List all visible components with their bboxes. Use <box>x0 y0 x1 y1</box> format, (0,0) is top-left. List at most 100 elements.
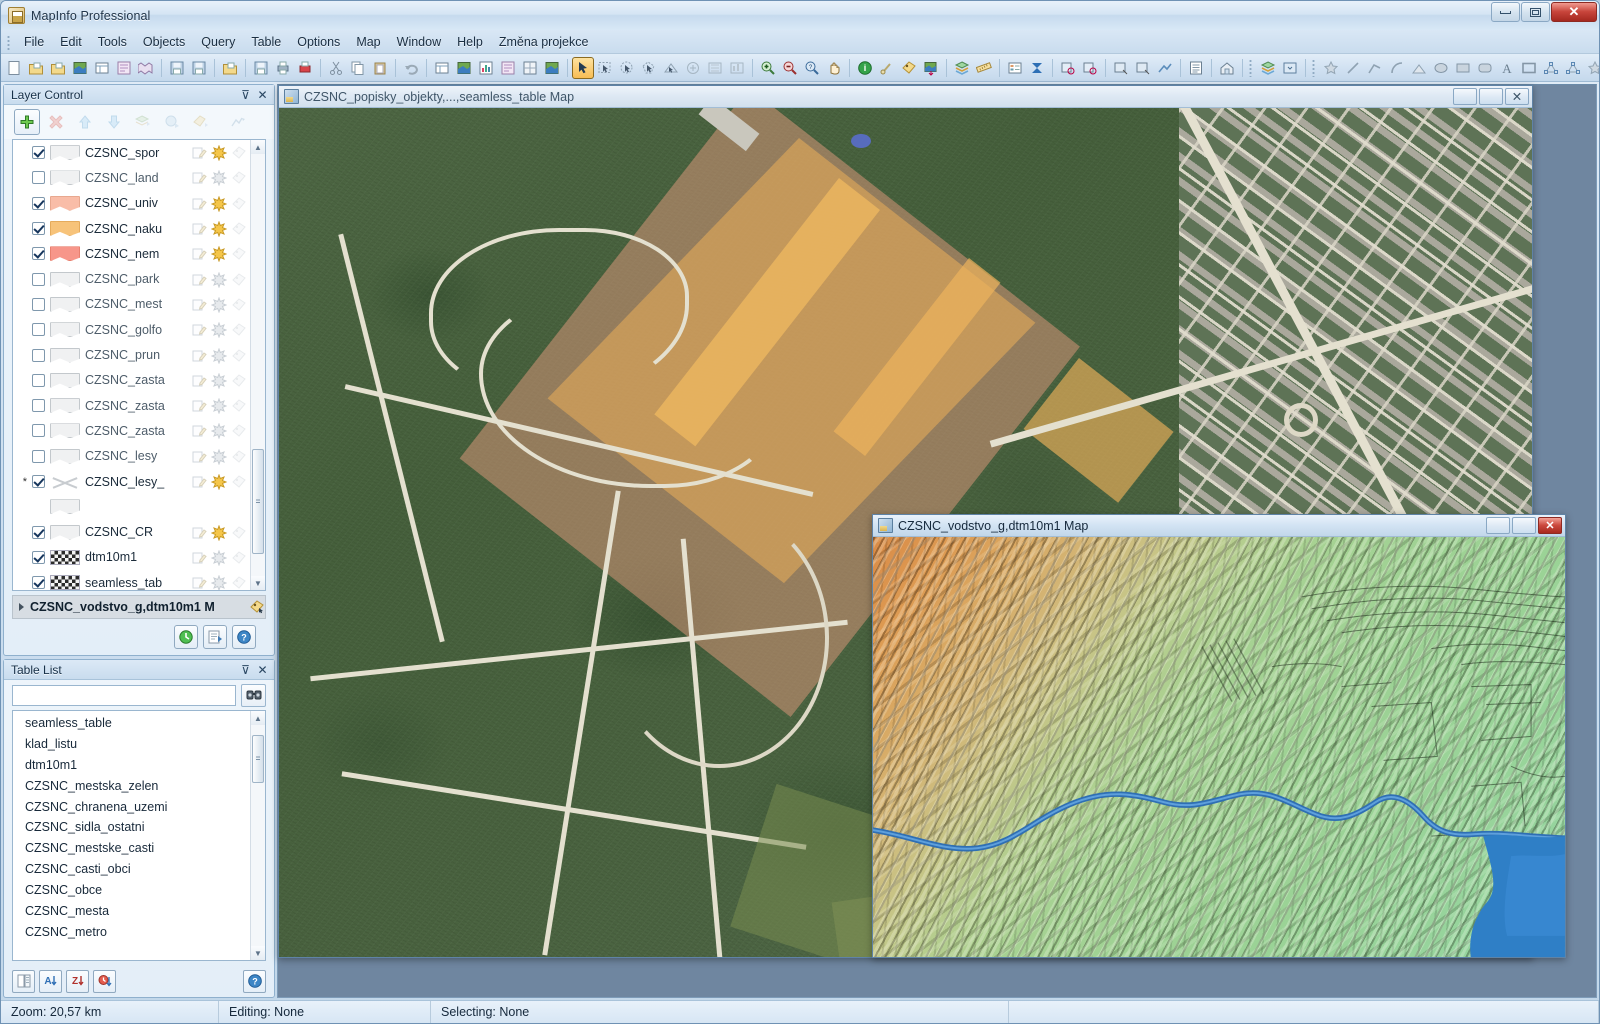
layer-label-icon[interactable] <box>231 348 246 363</box>
save-table-icon[interactable] <box>166 57 188 79</box>
distance-calc-icon[interactable] <box>1154 57 1176 79</box>
close-icon[interactable]: ✕ <box>255 87 270 102</box>
layer-selectable-icon[interactable] <box>211 372 227 389</box>
layer-style-swatch[interactable] <box>50 423 80 439</box>
layer-visibility-checkbox[interactable] <box>32 373 45 387</box>
layer-style-swatch[interactable] <box>50 499 80 515</box>
aerial-map-titlebar[interactable]: CZSNC_popisky_objekty,...,seamless_table… <box>279 86 1532 108</box>
layer-selectable-icon[interactable] <box>211 145 227 162</box>
layer-visibility-checkbox[interactable] <box>32 222 45 236</box>
new-redistrict-icon[interactable] <box>519 57 541 79</box>
layer-visibility-checkbox[interactable] <box>32 348 45 362</box>
scroll-track[interactable] <box>251 154 265 576</box>
aerial-minimize-button[interactable] <box>1453 88 1477 105</box>
new-legend-icon[interactable] <box>135 57 157 79</box>
layer-row[interactable]: CZSNC_park <box>13 266 250 291</box>
new-3d-map-icon[interactable] <box>541 57 563 79</box>
layer-row[interactable]: * CZSNC_lesy_ <box>13 469 250 494</box>
dtm-close-button[interactable]: ✕ <box>1538 517 1562 534</box>
list-icon[interactable] <box>1185 57 1207 79</box>
graph-select-icon[interactable] <box>726 57 748 79</box>
layer-style-swatch[interactable] <box>50 398 80 414</box>
layer-properties-footer-button[interactable] <box>203 625 227 649</box>
layer-selectable-icon[interactable] <box>211 246 227 263</box>
layer-visibility-checkbox[interactable] <box>32 146 45 160</box>
layer-label-icon[interactable] <box>231 196 246 211</box>
sort-by-time-button[interactable] <box>93 969 116 993</box>
arc-icon[interactable] <box>1386 57 1408 79</box>
layer-row[interactable]: CZSNC_prun <box>13 342 250 367</box>
district-browser-icon[interactable] <box>1216 57 1238 79</box>
pin-icon[interactable]: ⊽ <box>238 87 253 102</box>
table-scroll-thumb[interactable] <box>252 735 264 783</box>
table-list-item[interactable]: CZSNC_mestska_zelen <box>13 776 250 797</box>
table-list-item[interactable]: CZSNC_sidla_ostatni <box>13 817 250 838</box>
layer-editable-icon[interactable] <box>191 575 207 590</box>
clear-target-icon[interactable] <box>1079 57 1101 79</box>
layer-label-icon[interactable] <box>231 272 246 287</box>
layer-label-icon[interactable] <box>231 398 246 413</box>
layer-label-icon[interactable] <box>231 449 246 464</box>
menu-file[interactable]: File <box>16 32 52 52</box>
save-window-icon[interactable] <box>250 57 272 79</box>
new-layout-window-icon[interactable] <box>497 57 519 79</box>
rounded-rect-icon[interactable] <box>1474 57 1496 79</box>
frame-icon[interactable] <box>1518 57 1540 79</box>
remove-layer-button[interactable] <box>43 109 69 135</box>
layer-style-swatch[interactable] <box>50 549 80 565</box>
copy-icon[interactable] <box>347 57 369 79</box>
boundary-select-icon[interactable] <box>660 57 682 79</box>
layer-style-swatch[interactable] <box>50 145 80 161</box>
layer-selectable-icon[interactable] <box>211 221 227 238</box>
text-icon[interactable]: A <box>1496 57 1518 79</box>
layer-label-icon[interactable] <box>231 474 246 489</box>
layer-editable-icon[interactable] <box>191 221 207 236</box>
layer-style-swatch[interactable] <box>50 372 80 388</box>
layer-editable-icon[interactable] <box>191 423 207 438</box>
selected-map-row[interactable]: CZSNC_vodstvo_g,dtm10m1 M <box>12 595 266 619</box>
layer-editable-icon[interactable] <box>191 246 207 261</box>
reshape-icon[interactable] <box>1562 57 1584 79</box>
layer-selectable-icon[interactable] <box>211 296 227 313</box>
layer-selectable-icon[interactable] <box>211 271 227 288</box>
layer-editable-icon[interactable] <box>191 196 207 211</box>
layer-selectable-icon[interactable] <box>211 170 227 187</box>
table-list-items[interactable]: seamless_table klad_listu dtm10m1 CZSNC_mes… <box>13 711 250 960</box>
open-workspace-icon[interactable] <box>47 57 69 79</box>
new-browser-window-icon[interactable] <box>431 57 453 79</box>
layer-control-icon[interactable] <box>951 57 973 79</box>
info-icon[interactable]: i <box>854 57 876 79</box>
ruler-icon[interactable] <box>973 57 995 79</box>
layer-row[interactable]: dtm10m1 <box>13 545 250 570</box>
layer-editable-icon[interactable] <box>191 525 207 540</box>
save-workspace-icon[interactable] <box>188 57 210 79</box>
layer-label-icon[interactable] <box>231 550 246 565</box>
layer-editable-icon[interactable] <box>191 474 207 489</box>
scroll-up-icon[interactable]: ▲ <box>251 140 265 154</box>
layer-editable-icon[interactable] <box>191 145 207 160</box>
scroll-thumb[interactable] <box>252 449 264 554</box>
dtm-map-window[interactable]: CZSNC_vodstvo_g,dtm10m1 Map ✕ <box>872 514 1566 958</box>
symbol-style-icon[interactable] <box>1584 57 1599 79</box>
clip-region-on-icon[interactable] <box>1132 57 1154 79</box>
sort-descending-button[interactable]: Z <box>66 969 89 993</box>
polygon-select-icon[interactable] <box>638 57 660 79</box>
layer-selectable-icon[interactable] <box>211 448 227 465</box>
layer-editable-icon[interactable] <box>191 170 207 185</box>
label-options-button[interactable] <box>188 109 214 135</box>
table-list-item[interactable]: dtm10m1 <box>13 755 250 776</box>
dtm-map-canvas[interactable] <box>873 537 1565 957</box>
layer-editable-icon[interactable] <box>191 550 207 565</box>
layer-label-icon[interactable] <box>231 145 246 160</box>
layer-visibility-checkbox[interactable] <box>32 171 45 185</box>
layer-visibility-checkbox[interactable] <box>32 525 45 539</box>
menu-help[interactable]: Help <box>449 32 491 52</box>
layer-row[interactable]: seamless_tab <box>13 570 250 590</box>
table-list-help-button[interactable]: ? <box>243 969 266 993</box>
layer-style-swatch[interactable] <box>50 195 80 211</box>
layer-selectable-icon[interactable] <box>211 474 227 490</box>
table-list-item[interactable]: klad_listu <box>13 734 250 755</box>
dtm-map-titlebar[interactable]: CZSNC_vodstvo_g,dtm10m1 Map ✕ <box>873 515 1565 537</box>
layer-editable-icon[interactable] <box>191 373 207 388</box>
paste-icon[interactable] <box>369 57 391 79</box>
